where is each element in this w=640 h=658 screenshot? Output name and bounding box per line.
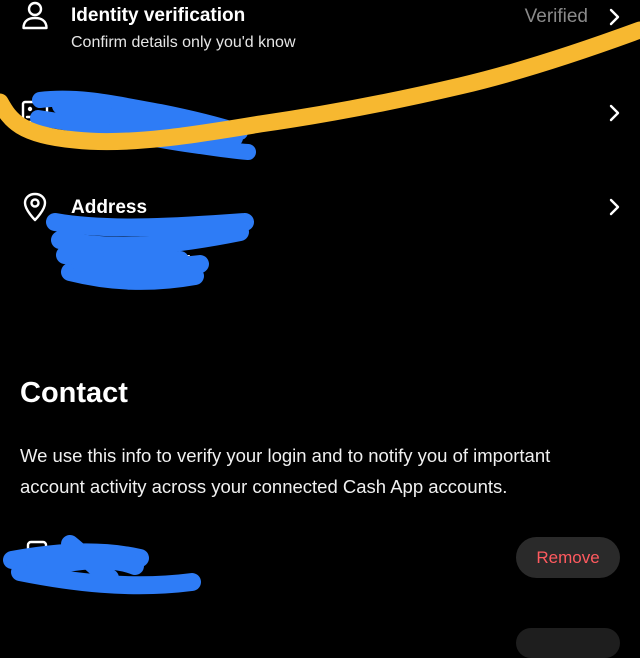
- location-pin-icon: [23, 192, 47, 222]
- legal-name-value: Britt: [71, 130, 100, 147]
- identity-verification-row[interactable]: Identity verification Confirm details on…: [0, 0, 640, 60]
- chevron-right-icon: [609, 104, 620, 122]
- contact-heading: Contact: [20, 377, 128, 409]
- identity-verification-title: Identity verification: [71, 5, 246, 26]
- legal-name-row[interactable]: Legal name Britt: [0, 95, 640, 165]
- remove-button[interactable]: Remove: [516, 537, 620, 578]
- phone-icon: [26, 540, 48, 570]
- contact-description: We use this info to verify your login an…: [20, 445, 551, 497]
- verified-status: Verified: [524, 6, 588, 27]
- identity-verification-subtitle: Confirm details only you'd know: [71, 34, 296, 51]
- legal-name-title: Legal name: [71, 103, 176, 124]
- id-card-icon: [21, 100, 49, 124]
- next-item-button-partial[interactable]: [516, 628, 620, 658]
- address-value: 28 5: [160, 253, 192, 270]
- chevron-right-icon: [609, 198, 620, 216]
- address-title: Address: [71, 197, 148, 218]
- person-icon: [22, 1, 48, 30]
- chevron-right-icon: [609, 8, 620, 26]
- address-row[interactable]: Address 28 5: [0, 190, 640, 280]
